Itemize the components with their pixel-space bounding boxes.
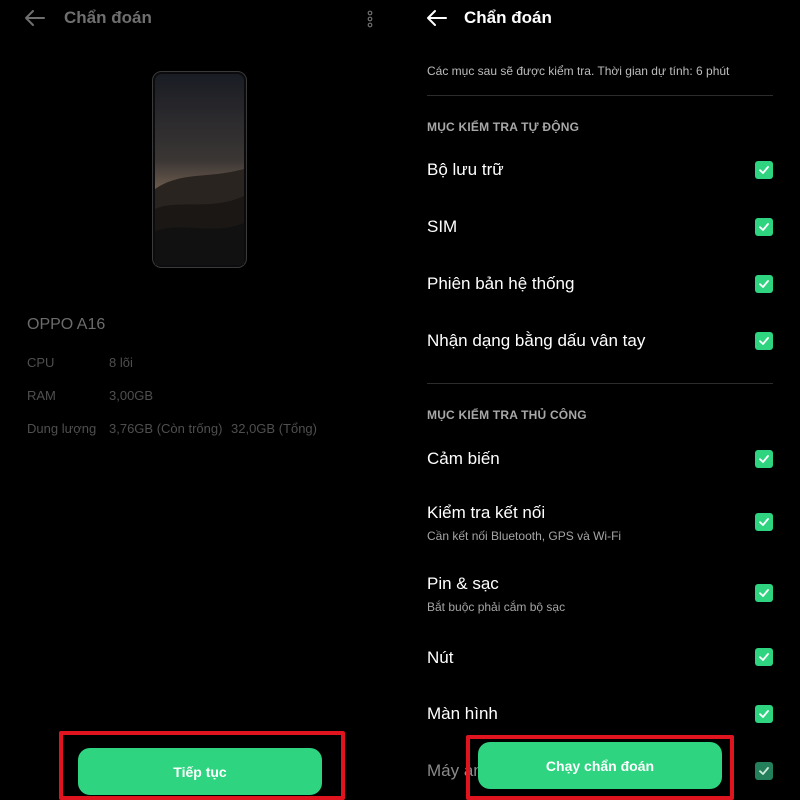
checkbox-checked-icon[interactable]: [755, 450, 773, 468]
check-item-subtitle: Bắt buộc phải cắm bộ sạc: [427, 600, 566, 614]
spec-value-cpu: 8 lõi: [109, 355, 133, 370]
spec-value-storage: 3,76GB (Còn trống): [109, 421, 223, 436]
header: Chẩn đoán: [0, 0, 400, 38]
divider: [427, 383, 773, 384]
checkbox-checked-icon[interactable]: [755, 584, 773, 602]
spec-label-ram: RAM: [27, 388, 56, 403]
check-item-label: Kiểm tra kết nối: [427, 503, 546, 522]
check-item-label: Cảm biến: [427, 449, 500, 468]
divider: [427, 95, 773, 96]
device-info-screen: Chẩn đoán OPPO A16 CPU 8 lõi RAM 3,00GB …: [0, 0, 400, 800]
back-arrow-icon[interactable]: [22, 7, 48, 29]
checkbox-checked-icon[interactable]: [755, 161, 773, 179]
checkbox-checked-icon[interactable]: [755, 648, 773, 666]
page-title: Chẩn đoán: [64, 8, 152, 27]
checkbox-checked-icon[interactable]: [755, 762, 773, 780]
manual-section-header: MỤC KIỂM TRA THỦ CÔNG: [427, 408, 587, 422]
phone-illustration: [152, 71, 247, 268]
spec-label-cpu: CPU: [27, 355, 55, 370]
checkbox-checked-icon[interactable]: [755, 275, 773, 293]
check-item-label: Phiên bản hệ thống: [427, 274, 575, 293]
check-item-label: Pin & sạc: [427, 574, 499, 593]
checkbox-checked-icon[interactable]: [755, 513, 773, 531]
device-name: OPPO A16: [27, 316, 106, 333]
checkbox-checked-icon[interactable]: [755, 705, 773, 723]
continue-button[interactable]: Tiếp tục: [78, 748, 322, 795]
checkbox-checked-icon[interactable]: [755, 332, 773, 350]
spec-value-ram: 3,00GB: [109, 388, 154, 403]
estimated-time-description: Các mục sau sẽ được kiểm tra. Thời gian …: [427, 64, 730, 78]
spec-value-storage-total: 32,0GB (Tổng): [231, 421, 317, 436]
check-item-label: Nút: [427, 648, 454, 667]
check-item-label: Bộ lưu trữ: [427, 160, 504, 179]
diagnosis-list-screen: Chẩn đoán Các mục sau sẽ được kiểm tra. …: [400, 0, 800, 800]
check-item-subtitle: Cần kết nối Bluetooth, GPS và Wi-Fi: [427, 529, 622, 543]
spec-label-storage: Dung lượng: [27, 421, 97, 436]
run-diagnosis-button[interactable]: Chạy chẩn đoán: [478, 742, 722, 789]
check-item-label: SIM: [427, 217, 458, 236]
check-item-label: Nhận dạng bằng dấu vân tay: [427, 331, 646, 350]
checkbox-checked-icon[interactable]: [755, 218, 773, 236]
more-vertical-icon[interactable]: [362, 10, 378, 28]
back-arrow-icon[interactable]: [424, 7, 450, 29]
check-item-label: Màn hình: [427, 704, 498, 723]
page-title: Chẩn đoán: [464, 8, 552, 27]
auto-section-header: MỤC KIỂM TRA TỰ ĐỘNG: [427, 120, 580, 134]
